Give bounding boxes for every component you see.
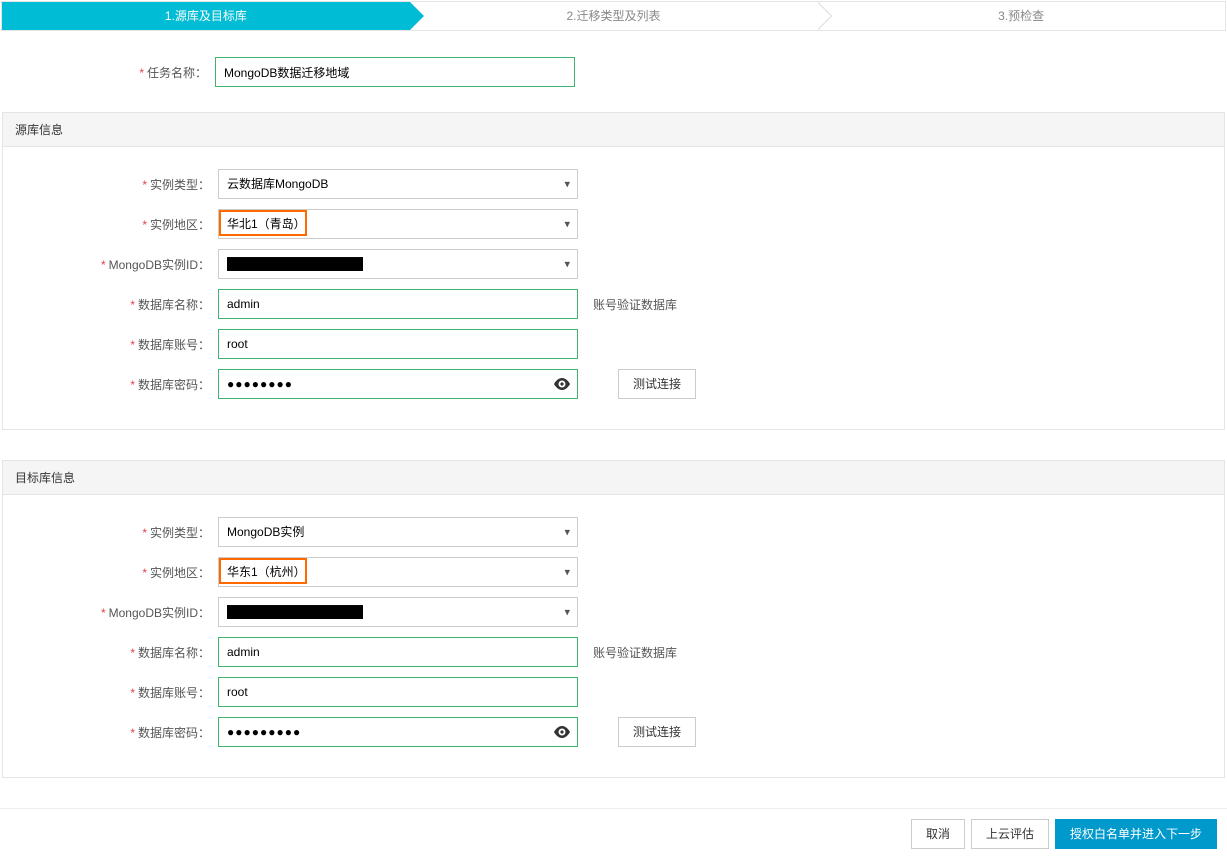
source-db-account-input[interactable]: [218, 329, 578, 359]
source-section: 源库信息 *实例类型： 云数据库MongoDB *实例地区： 华北1（青岛） *…: [2, 112, 1225, 430]
source-db-name-hint: 账号验证数据库: [578, 296, 677, 313]
source-instance-id-label: *MongoDB实例ID：: [3, 256, 218, 273]
footer-actions: 取消 上云评估 授权白名单并进入下一步: [0, 808, 1227, 861]
task-name-label: *任务名称：: [0, 64, 215, 81]
target-instance-region-select[interactable]: 华东1（杭州）: [218, 557, 578, 587]
eye-icon[interactable]: [554, 378, 570, 390]
target-instance-region-label: *实例地区：: [3, 564, 218, 581]
target-instance-type-label: *实例类型：: [3, 524, 218, 541]
target-db-name-hint: 账号验证数据库: [578, 644, 677, 661]
source-instance-region-label: *实例地区：: [3, 216, 218, 233]
eye-icon[interactable]: [554, 726, 570, 738]
step-2[interactable]: 2.迁移类型及列表: [410, 2, 818, 30]
target-instance-id-label: *MongoDB实例ID：: [3, 604, 218, 621]
source-section-title: 源库信息: [3, 113, 1224, 147]
source-db-password-label: *数据库密码：: [3, 376, 218, 393]
step-3[interactable]: 3.预检查: [817, 2, 1225, 30]
target-section: 目标库信息 *实例类型： MongoDB实例 *实例地区： 华东1（杭州） *M…: [2, 460, 1225, 778]
target-db-account-label: *数据库账号：: [3, 684, 218, 701]
target-instance-id-select[interactable]: ████████████████: [218, 597, 578, 627]
source-db-password-input[interactable]: [218, 369, 578, 399]
source-instance-type-label: *实例类型：: [3, 176, 218, 193]
target-instance-type-select[interactable]: MongoDB实例: [218, 517, 578, 547]
source-instance-type-select[interactable]: 云数据库MongoDB: [218, 169, 578, 199]
source-instance-id-select[interactable]: ████████████████: [218, 249, 578, 279]
task-name-input[interactable]: [215, 57, 575, 87]
cloud-eval-button[interactable]: 上云评估: [971, 819, 1049, 849]
source-db-name-label: *数据库名称：: [3, 296, 218, 313]
target-db-name-label: *数据库名称：: [3, 644, 218, 661]
target-section-title: 目标库信息: [3, 461, 1224, 495]
source-test-connection-button[interactable]: 测试连接: [618, 369, 696, 399]
target-db-name-input[interactable]: [218, 637, 578, 667]
next-step-button[interactable]: 授权白名单并进入下一步: [1055, 819, 1217, 849]
target-test-connection-button[interactable]: 测试连接: [618, 717, 696, 747]
target-db-account-input[interactable]: [218, 677, 578, 707]
step-1[interactable]: 1.源库及目标库: [2, 2, 410, 30]
cancel-button[interactable]: 取消: [911, 819, 965, 849]
target-db-password-label: *数据库密码：: [3, 724, 218, 741]
target-db-password-input[interactable]: [218, 717, 578, 747]
source-db-name-input[interactable]: [218, 289, 578, 319]
wizard-steps: 1.源库及目标库 2.迁移类型及列表 3.预检查: [1, 1, 1226, 31]
source-db-account-label: *数据库账号：: [3, 336, 218, 353]
source-instance-region-select[interactable]: 华北1（青岛）: [218, 209, 578, 239]
